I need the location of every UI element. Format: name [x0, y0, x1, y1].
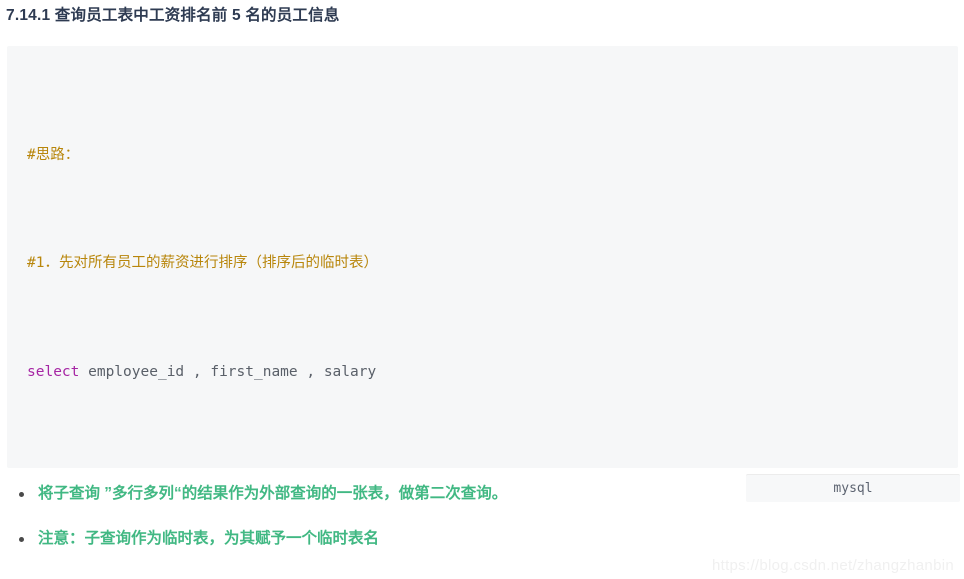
code-lines: #思路： #1．先对所有员工的薪资进行排序（排序后的临时表） select em…: [7, 60, 958, 468]
list-item-label: 注意：子查询作为临时表，为其赋予一个临时表名: [38, 530, 380, 547]
list-item: 注意：子查询作为临时表，为其赋予一个临时表名: [0, 527, 740, 551]
code-block: #思路： #1．先对所有员工的薪资进行排序（排序后的临时表） select em…: [7, 46, 958, 468]
bullet-dot-icon: [19, 492, 24, 497]
page-title: 7.14.1 查询员工表中工资排名前 5 名的员工信息: [6, 7, 340, 24]
code-language-badge: mysql: [746, 474, 960, 502]
sql-columns: employee_id , first_name , salary: [79, 364, 377, 381]
bullet-dot-icon: [19, 537, 24, 542]
list-item: 将子查询 ”多行多列“的结果作为外部查询的一张表，做第二次查询。: [0, 482, 740, 506]
code-line-1: #思路：: [27, 142, 958, 169]
sql-keyword-select: select: [27, 364, 80, 381]
bullet-list: 将子查询 ”多行多列“的结果作为外部查询的一张表，做第二次查询。 注意：子查询作…: [0, 482, 740, 572]
watermark: https://blog.csdn.net/zhangzhanbin: [711, 557, 954, 574]
code-line-3: select employee_id , first_name , salary: [27, 359, 958, 386]
code-comment: #思路：: [27, 146, 80, 163]
code-comment: #1．先对所有员工的薪资进行排序（排序后的临时表）: [27, 255, 378, 272]
code-line-2: #1．先对所有员工的薪资进行排序（排序后的临时表）: [27, 250, 958, 277]
list-item-label: 将子查询 ”多行多列“的结果作为外部查询的一张表，做第二次查询。: [38, 485, 508, 502]
